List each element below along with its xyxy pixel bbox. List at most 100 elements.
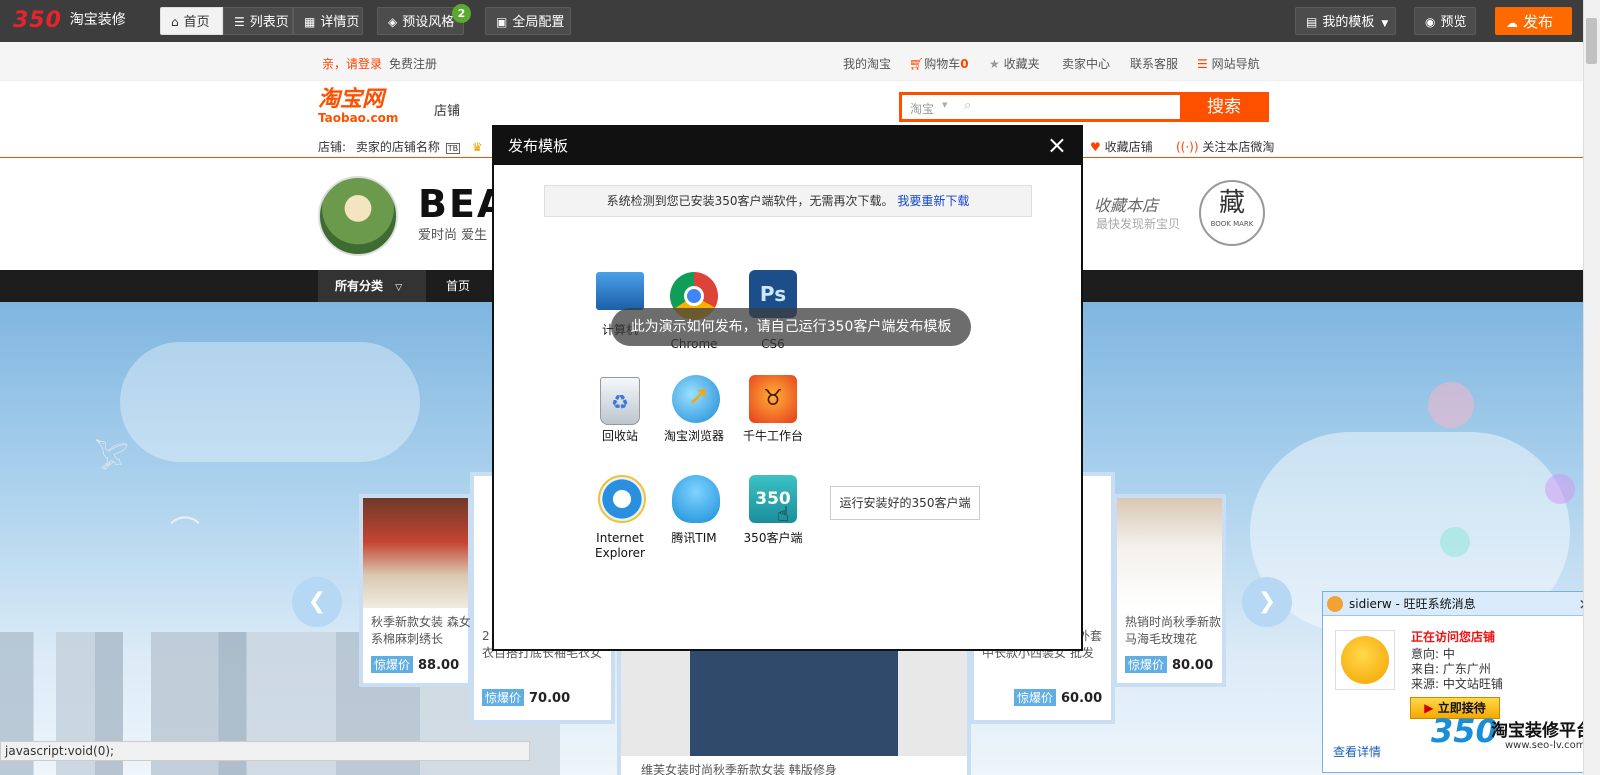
publish-template-dialog: 发布模板 × 系统检测到您已安装350客户端软件，无需再次下载。 我要重新下载 … — [492, 125, 1083, 651]
product-card[interactable]: 秋季新款女装 森女系棉麻刺绣长 惊爆价 88.00 — [359, 494, 472, 687]
source-line: 来源: 中文站旺铺 — [1411, 677, 1503, 691]
preview-label: 预览 — [1440, 15, 1467, 30]
notification-title: sidierw - 旺旺系统消息 — [1349, 597, 1476, 611]
publish-button[interactable]: ☁ 发布 — [1495, 7, 1572, 35]
detail-page-button[interactable]: ▦ 详情页 — [293, 7, 363, 35]
global-config-label: 全局配置 — [512, 15, 565, 30]
product-price-row: 惊爆价 60.00 — [1014, 689, 1102, 706]
paint-bucket-icon: ◈ — [388, 15, 398, 29]
list-page-label: 列表页 — [249, 15, 289, 30]
bookmark-seal-char: 藏 — [1218, 188, 1245, 218]
product-image — [363, 498, 468, 608]
carousel-prev-button[interactable]: ❮ — [292, 577, 342, 627]
chevron-down-icon: ▼ — [942, 101, 948, 109]
desktop-icon-label: 淘宝浏览器 — [663, 429, 724, 443]
tb-badge-icon: TB — [445, 143, 461, 154]
product-price: 88.00 — [418, 658, 460, 673]
global-config-button[interactable]: ▣ 全局配置 — [485, 7, 571, 35]
search-button[interactable]: 搜索 — [1180, 92, 1268, 122]
price-tag: 惊爆价 — [371, 656, 414, 673]
product-card[interactable]: 维芙女装时尚秋季新款女装 韩版修身 — [617, 632, 971, 775]
qianniu-icon[interactable]: ♉ — [749, 375, 797, 423]
price-tag: 惊爆价 — [1014, 689, 1057, 706]
search-icon: ⌕ — [964, 98, 972, 113]
login-link[interactable]: 亲，请登录 — [322, 55, 382, 72]
cursor-hand-icon: ☝ — [777, 502, 790, 526]
redownload-link[interactable]: 我要重新下载 — [897, 194, 969, 208]
bookmark-seal[interactable]: 藏 BOOK MARK — [1199, 180, 1265, 246]
shop-name-link[interactable]: 卖家的店铺名称 — [356, 140, 440, 154]
product-price: 80.00 — [1172, 658, 1214, 673]
register-link[interactable]: 免费注册 — [389, 55, 437, 72]
shop-tab[interactable]: 店铺 — [434, 100, 460, 119]
fav-shop-link[interactable]: ♥ 收藏店铺 — [1090, 138, 1153, 155]
instruction-callout: 运行安装好的350客户端 — [830, 486, 980, 520]
desktop-icon-label: 千牛工作台 — [742, 429, 803, 443]
eye-icon: ◉ — [1425, 15, 1436, 29]
my-templates-dropdown[interactable]: ▤ 我的模板 ▼ — [1295, 7, 1396, 35]
cart-link[interactable]: 🛒︎购物车0 — [909, 55, 969, 72]
bookmark-seal-sub: BOOK MARK — [1210, 220, 1254, 228]
seller-center-link[interactable]: 卖家中心 — [1062, 55, 1110, 72]
brand-text: 淘宝装修 — [69, 12, 126, 28]
ie-icon[interactable] — [598, 475, 646, 523]
350-client-icon[interactable]: 350 — [749, 475, 797, 523]
favorites-label: 收藏夹 — [1003, 57, 1040, 71]
template-icon: ▤ — [1306, 15, 1318, 29]
computer-icon[interactable] — [596, 272, 644, 310]
list-icon: ☰ — [234, 15, 245, 29]
product-image — [621, 636, 967, 756]
page-scrollbar[interactable] — [1583, 0, 1600, 775]
bubble-decoration — [1428, 382, 1474, 428]
nav-home[interactable]: 首页 — [446, 270, 470, 302]
cart-label: 购物车 — [924, 57, 961, 71]
details-link[interactable]: 查看详情 — [1333, 743, 1381, 760]
install-notice: 系统检测到您已安装350客户端软件，无需再次下载。 我要重新下载 — [544, 185, 1032, 217]
watermark-url: www.seo-lv.com — [1505, 740, 1586, 751]
watermark-logo: 350 淘宝装修平台 www.seo-lv.com — [1431, 712, 1593, 751]
my-taobao-link[interactable]: 我的淘宝 — [843, 55, 891, 72]
demo-toast: 此为演示如何发布，请自己运行350客户端发布模板 — [611, 308, 971, 346]
shop-name-label: 店铺: — [318, 140, 347, 154]
fav-shop-label: 收藏店铺 — [1104, 140, 1153, 154]
bookmark-subtext: 最快发现新宝贝 — [1096, 217, 1181, 231]
visiting-title: 正在访问您店铺 — [1411, 630, 1496, 644]
chevron-down-icon: ▽ — [395, 283, 403, 293]
install-notice-text: 系统检测到您已安装350客户端软件，无需再次下载。 — [606, 194, 894, 208]
favorites-link[interactable]: ★ 收藏夹 — [989, 55, 1040, 72]
taobao-logo[interactable]: 淘宝网 Taobao.com — [318, 88, 398, 125]
search-scope-select[interactable]: 淘宝 — [910, 100, 934, 117]
preview-button[interactable]: ◉ 预览 — [1414, 7, 1476, 35]
taobao-browser-icon[interactable]: ➚ — [672, 375, 720, 423]
follow-label: 关注本店微淘 — [1202, 140, 1275, 154]
site-nav-link[interactable]: ☰ 网站导航 — [1197, 55, 1260, 72]
recycle-bin-icon[interactable]: ♻ — [600, 377, 640, 425]
carousel-next-button[interactable]: ❯ — [1242, 577, 1292, 627]
product-card[interactable]: 热销时尚秋季新款 马海毛玫瑰花 惊爆价 80.00 — [1113, 494, 1226, 687]
product-price: 60.00 — [1061, 691, 1103, 706]
product-price: 70.00 — [529, 691, 571, 706]
product-price-row: 惊爆价 88.00 — [371, 656, 459, 673]
bird-icon: 𓅯 — [95, 442, 129, 475]
brand-number: 350 — [13, 8, 62, 33]
wangwang-notification: sidierw - 旺旺系统消息 × 正在访问您店铺 意向: 中 来自: 广东广… — [1322, 591, 1598, 773]
shop-name-row: 店铺: 卖家的店铺名称 TB ♛ — [318, 138, 483, 155]
detail-page-label: 详情页 — [320, 15, 360, 30]
banner-slogan: 爱时尚 爱生 — [418, 228, 488, 243]
preset-style-button[interactable]: ◈ 预设风格 — [377, 7, 464, 35]
list-page-button[interactable]: ☰ 列表页 — [223, 7, 293, 35]
home-page-button[interactable]: ⌂ 首页 — [160, 7, 223, 35]
follow-link[interactable]: ((·)) 关注本店微淘 — [1176, 138, 1274, 155]
cloud-decoration — [120, 342, 420, 462]
tim-icon[interactable] — [672, 475, 720, 523]
price-tag: 惊爆价 — [1125, 656, 1168, 673]
star-icon: ★ — [989, 57, 1000, 71]
customer-service-link[interactable]: 联系客服 — [1130, 55, 1178, 72]
watermark-text: 淘宝装修平台 — [1491, 721, 1593, 741]
all-categories-menu[interactable]: 所有分类 ▽ — [318, 270, 426, 302]
bird-icon: ⌒ — [170, 515, 200, 550]
close-icon[interactable]: × — [1047, 127, 1067, 163]
search-input[interactable] — [982, 97, 1162, 117]
scrollbar-thumb[interactable] — [1586, 18, 1597, 64]
site-nav-label: 网站导航 — [1211, 57, 1260, 71]
